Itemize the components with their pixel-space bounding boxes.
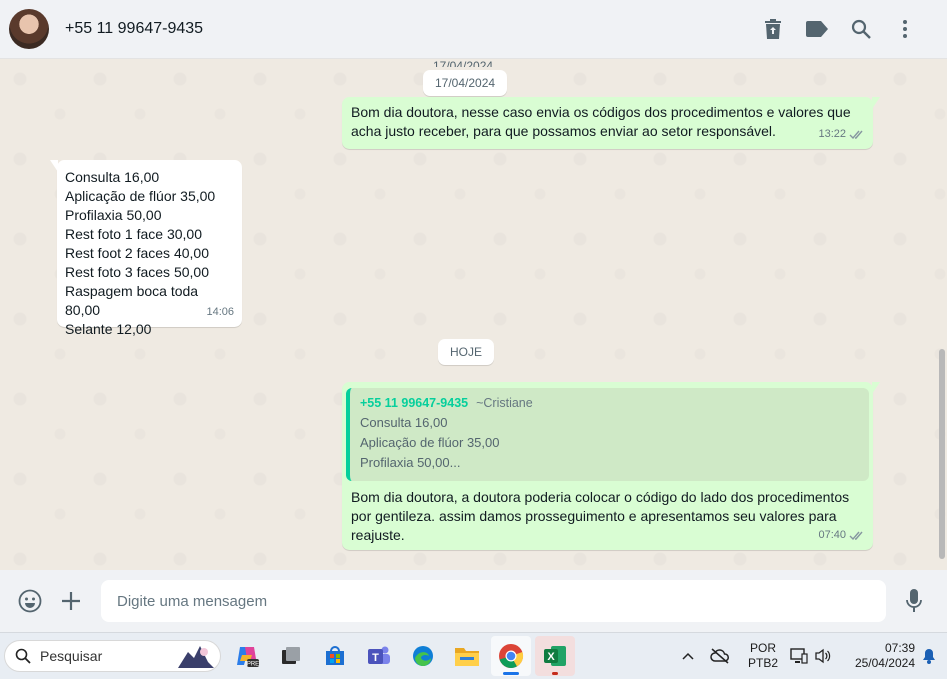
file-explorer-icon[interactable]: [447, 636, 487, 676]
quoted-message[interactable]: +55 11 99647-9435 ~Cristiane Consulta 16…: [346, 388, 869, 481]
message-time: 14:06: [206, 306, 234, 318]
system-tray: POR PTB2 07:39 25/04/2024: [673, 633, 947, 679]
message-text-line: acha justo receber, para que possamos en…: [351, 123, 776, 139]
language-code: POR: [749, 641, 776, 655]
taskbar-search-label: Pesquisar: [40, 648, 103, 664]
bubble-tail: [50, 160, 58, 172]
network-icon[interactable]: [787, 636, 811, 676]
search-icon[interactable]: [839, 9, 883, 49]
contact-name[interactable]: +55 11 99647-9435: [65, 20, 203, 38]
copilot-icon[interactable]: PRE: [227, 636, 267, 676]
cloud-sync-off-icon[interactable]: [703, 636, 737, 676]
store-icon[interactable]: [315, 636, 355, 676]
quoted-text-line: Aplicação de flúor 35,00: [360, 435, 500, 450]
contact-avatar[interactable]: [9, 9, 49, 49]
edge-icon[interactable]: [403, 636, 443, 676]
taskbar-search[interactable]: Pesquisar: [4, 640, 221, 672]
message-body: Bom dia doutora, a doutora poderia coloc…: [342, 481, 873, 545]
label-icon[interactable]: [795, 9, 839, 49]
attach-plus-icon[interactable]: [51, 581, 91, 621]
volume-icon[interactable]: [811, 636, 835, 676]
taskbar-clock[interactable]: 07:39 25/04/2024: [849, 641, 915, 671]
message-text-line: Rest foto 3 faces 50,00: [65, 264, 209, 280]
read-ticks-icon: [849, 531, 863, 540]
date-divider: HOJE: [438, 339, 495, 365]
message-outgoing[interactable]: Bom dia doutora, nesse caso envia os cód…: [342, 97, 880, 149]
quoted-text-line: Profilaxia 50,00...: [360, 455, 461, 470]
svg-text:PRE: PRE: [247, 662, 259, 668]
message-text-line: reajuste.: [351, 527, 405, 543]
windows-taskbar: Pesquisar PRE T X POR PTB2 07:39 25/04/2…: [0, 632, 947, 679]
microphone-icon[interactable]: [894, 581, 934, 621]
message-text-line: Rest foto 1 face 30,00: [65, 226, 202, 242]
message-text-line: Bom dia doutora, a doutora poderia coloc…: [351, 489, 850, 505]
taskbar-apps: PRE T X: [227, 636, 575, 676]
task-view-icon[interactable]: [271, 636, 311, 676]
chat-header: +55 11 99647-9435: [0, 0, 947, 59]
emoji-icon[interactable]: [10, 581, 50, 621]
bubble-tail: [872, 382, 880, 394]
message-list[interactable]: 17/04/2024 17/04/2024 Bom dia doutora, n…: [0, 59, 947, 570]
teams-icon[interactable]: T: [359, 636, 399, 676]
quoted-author: +55 11 99647-9435: [360, 396, 469, 410]
message-text-line: Aplicação de flúor 35,00: [65, 188, 216, 204]
attention-indicator: [552, 672, 558, 675]
excel-icon[interactable]: X: [535, 636, 575, 676]
message-time: 13:22: [818, 128, 846, 140]
message-text-line: por gentileza. assim damos prosseguiment…: [351, 508, 837, 524]
header-actions: [751, 9, 927, 49]
message-text-line: Selante 12,00: [65, 321, 152, 337]
keyboard-layout: PTB2: [747, 656, 778, 670]
search-icon: [15, 648, 31, 664]
read-ticks-icon: [849, 130, 863, 139]
chevron-up-icon[interactable]: [673, 636, 703, 676]
message-time: 07:40: [818, 529, 846, 541]
menu-icon[interactable]: [883, 9, 927, 49]
message-outgoing[interactable]: +55 11 99647-9435 ~Cristiane Consulta 16…: [342, 382, 880, 550]
clock-date: 25/04/2024: [854, 656, 915, 670]
message-text-line: Consulta 16,00: [65, 169, 160, 185]
chrome-icon[interactable]: [491, 636, 531, 676]
active-indicator: [503, 672, 519, 675]
date-divider: 17/04/2024: [423, 70, 508, 96]
message-text-line: Profilaxia 50,00: [65, 207, 162, 223]
message-meta: 13:22: [818, 125, 865, 144]
message-input[interactable]: [101, 580, 886, 622]
message-composer: [0, 570, 947, 632]
svg-text:X: X: [547, 651, 555, 663]
message-meta: 14:06: [206, 303, 234, 322]
message-text-line: Rest foot 2 faces 40,00: [65, 245, 209, 261]
svg-text:T: T: [372, 652, 379, 664]
notification-bell-icon[interactable]: [915, 636, 943, 676]
delete-icon[interactable]: [751, 9, 795, 49]
message-text-line: Bom dia doutora, nesse caso envia os cód…: [351, 104, 851, 120]
message-meta: 07:40: [818, 526, 865, 545]
quoted-header: +55 11 99647-9435 ~Cristiane: [360, 394, 859, 413]
chat-scrollbar[interactable]: [939, 349, 945, 559]
keyboard-language[interactable]: POR PTB2: [743, 641, 783, 671]
clock-time: 07:39: [884, 641, 915, 655]
bubble-tail: [872, 97, 880, 109]
quoted-author-name: ~Cristiane: [476, 396, 533, 410]
date-divider-ghost: 17/04/2024: [433, 59, 494, 67]
quoted-text-line: Consulta 16,00: [360, 415, 448, 430]
search-highlight-art-icon: [178, 646, 214, 668]
message-incoming[interactable]: Consulta 16,00 Aplicação de flúor 35,00 …: [50, 160, 242, 337]
